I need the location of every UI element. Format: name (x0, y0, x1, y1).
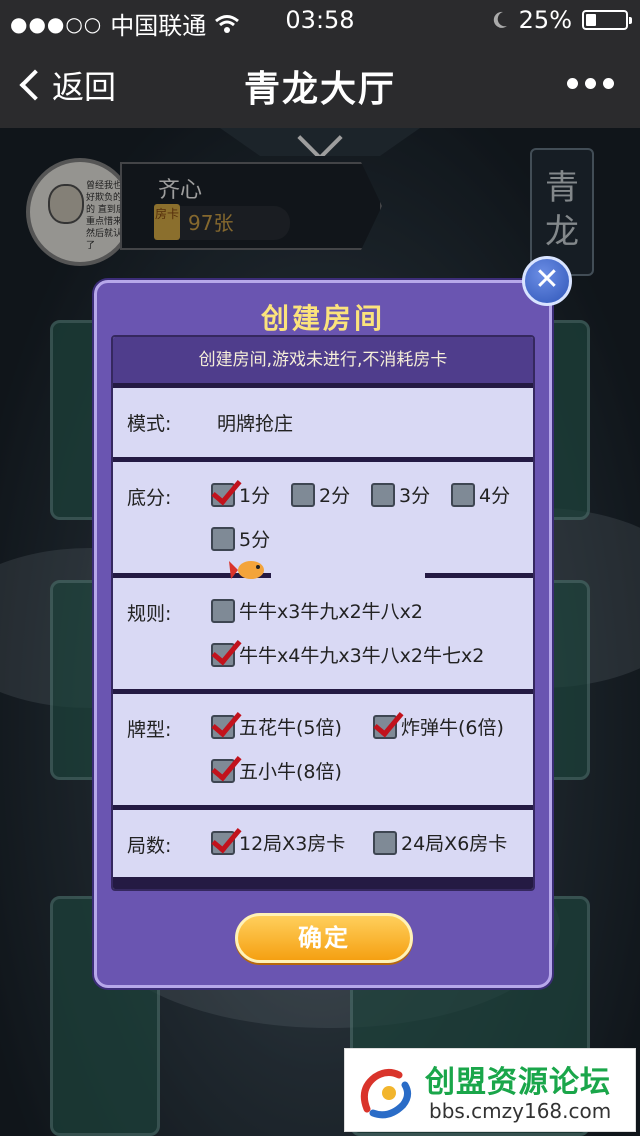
checkbox[interactable] (291, 482, 315, 507)
option-label: 12局X3房卡 (239, 833, 346, 855)
card-type-option-bomb[interactable]: 炸弹牛(6倍) (373, 713, 504, 740)
option-label: 五小牛(8倍) (239, 761, 342, 783)
option-label: 4分 (479, 485, 511, 507)
base-score-option-2[interactable]: 2分 (291, 481, 350, 508)
checkbox[interactable] (211, 714, 235, 739)
rules-label: 规则: (127, 603, 172, 625)
option-label: 24局X6房卡 (401, 833, 508, 855)
mode-value: 明牌抢庄 (217, 413, 294, 435)
more-options-button[interactable] (567, 78, 614, 89)
dialog-title: 创建房间 (260, 302, 385, 335)
dialog-body: 创建房间,游戏未进行,不消耗房卡 模式: 明牌抢庄 底分: 1分 2分 3分 4… (111, 335, 535, 891)
forum-title: 创盟资源论坛 (425, 1065, 611, 1100)
mode-label: 模式: (127, 413, 172, 435)
checkbox[interactable] (373, 830, 397, 855)
goldfish-icon (229, 561, 264, 579)
checkbox[interactable] (211, 758, 235, 783)
divider (113, 805, 533, 810)
option-label: 3分 (399, 485, 431, 507)
base-score-label: 底分: (127, 487, 172, 509)
close-dialog-button[interactable]: ✕ (522, 256, 572, 306)
option-label: 1分 (239, 485, 271, 507)
rounds-option-24[interactable]: 24局X6房卡 (373, 829, 507, 856)
base-score-option-5[interactable]: 5分 (211, 525, 270, 552)
card-types-label: 牌型: (127, 719, 172, 741)
checkbox[interactable] (451, 482, 475, 507)
battery-icon (582, 10, 632, 30)
rounds-option-12[interactable]: 12局X3房卡 (211, 829, 345, 856)
checkbox[interactable] (371, 482, 395, 507)
moon-icon (493, 11, 507, 28)
divider (113, 877, 533, 889)
option-label: 5分 (239, 529, 271, 551)
option-label: 五花牛(5倍) (239, 717, 342, 739)
option-label: 2分 (319, 485, 351, 507)
page-title: 青龙大厅 (243, 69, 396, 110)
rules-option-2[interactable]: 牛牛x4牛九x3牛八x2牛七x2 (211, 641, 484, 668)
divider (113, 689, 533, 694)
divider (113, 383, 533, 388)
base-score-option-3[interactable]: 3分 (371, 481, 430, 508)
card-type-option-wuhua[interactable]: 五花牛(5倍) (211, 713, 342, 740)
rules-option-1[interactable]: 牛牛x3牛九x2牛八x2 (211, 597, 423, 624)
checkbox[interactable] (211, 830, 235, 855)
confirm-button[interactable]: 确定 (235, 913, 413, 963)
option-label: 牛牛x4牛九x3牛八x2牛七x2 (239, 645, 485, 667)
divider (425, 573, 533, 578)
option-label: 牛牛x3牛九x2牛八x2 (239, 601, 423, 623)
base-score-option-4[interactable]: 4分 (451, 481, 510, 508)
checkbox[interactable] (373, 714, 397, 739)
signal-strength-icon: ●●●○○ (10, 11, 103, 36)
more-dot-icon (603, 78, 614, 89)
nav-bar: 返回 青龙大厅 (0, 40, 640, 128)
forum-logo-icon (360, 1068, 412, 1119)
rounds-label: 局数: (127, 835, 172, 857)
carrier-label: 中国联通 (110, 12, 207, 40)
checkbox[interactable] (211, 526, 235, 551)
battery-level (586, 14, 596, 26)
checkbox[interactable] (211, 482, 235, 507)
wifi-icon (215, 14, 240, 33)
divider (113, 457, 533, 462)
more-dot-icon (585, 78, 596, 89)
notice-banner: 创建房间,游戏未进行,不消耗房卡 (113, 337, 533, 383)
forum-url: bbs.cmzy168.com (429, 1099, 612, 1123)
create-room-dialog: 创建房间 创建房间,游戏未进行,不消耗房卡 模式: 明牌抢庄 底分: 1分 2分… (94, 280, 552, 988)
option-label: 炸弹牛(6倍) (401, 717, 504, 739)
more-dot-icon (567, 78, 578, 89)
checkbox[interactable] (211, 642, 235, 667)
battery-percent: 25% (518, 6, 572, 34)
status-bar: ●●●○○ 中国联通 03:58 25% (0, 0, 640, 40)
checkbox[interactable] (211, 598, 235, 623)
forum-watermark: 创盟资源论坛 bbs.cmzy168.com (344, 1048, 636, 1132)
base-score-option-1[interactable]: 1分 (211, 481, 270, 508)
card-type-option-wuxiao[interactable]: 五小牛(8倍) (211, 757, 342, 784)
